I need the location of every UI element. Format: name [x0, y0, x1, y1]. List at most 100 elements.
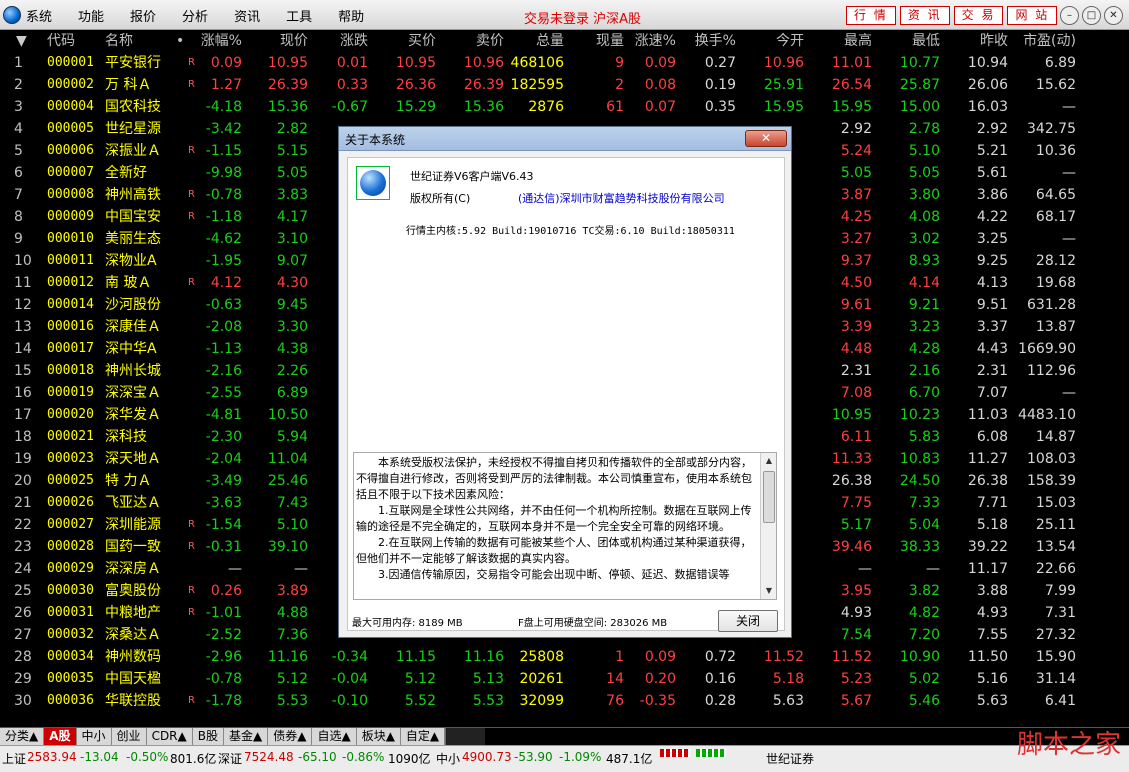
cell-name: 万 科Ａ — [105, 77, 152, 93]
close-button[interactable]: 关闭 — [718, 610, 778, 632]
menu-item-3[interactable]: 分析 — [182, 6, 208, 25]
table-row[interactable]: 28 000034 神州数码 -2.96 11.16 -0.34 11.15 11.16 258… — [0, 646, 1129, 668]
column-header-pe[interactable]: 市盈(动) — [1012, 30, 1076, 52]
cell-price: 7.36 — [276, 627, 308, 643]
scroll-down-icon[interactable]: ▼ — [762, 584, 776, 598]
maximize-icon[interactable]: □ — [1082, 6, 1101, 25]
scroll-thumb[interactable] — [763, 471, 775, 523]
menu-item-5[interactable]: 工具 — [286, 6, 312, 25]
dialog-title: 关于本系统 — [345, 133, 406, 147]
column-header-vol[interactable]: 总量 — [506, 30, 564, 52]
cell-high: 10.95 — [831, 407, 872, 423]
menu-item-6[interactable]: 帮助 — [338, 6, 364, 25]
zx-amount: 487.1亿 — [606, 752, 653, 766]
market-tab-3[interactable]: 创业 — [111, 728, 147, 745]
cell-code: 000025 — [47, 473, 94, 488]
table-row[interactable]: 30 000036 华联控股 R -1.78 5.53 -0.10 5.52 5.53 32099… — [0, 690, 1129, 712]
table-row[interactable]: 1 000001 平安银行 R 0.09 10.95 0.01 10.95 10.96 46810… — [0, 52, 1129, 74]
column-header-chg[interactable]: 涨跌 — [312, 30, 368, 52]
cell-idx: 21 — [14, 495, 32, 511]
column-header-high[interactable]: 最高 — [810, 30, 872, 52]
menu-item-0[interactable]: 系统 — [26, 6, 52, 25]
cell-name: 深物业A — [105, 253, 157, 269]
cell-turn: 0.19 — [704, 77, 736, 93]
license-scrollbar[interactable]: ▲ ▼ — [760, 453, 776, 599]
cell-high: 9.37 — [840, 253, 872, 269]
market-tab-6[interactable]: 基金▲ — [223, 728, 269, 745]
cell-cur: 1 — [615, 649, 624, 665]
cell-code: 000023 — [47, 451, 94, 466]
cell-pe: 25.11 — [1035, 517, 1076, 533]
market-tab-1[interactable]: A股 — [44, 728, 77, 745]
dialog-close-button[interactable]: ✕ — [745, 130, 787, 147]
cell-high: 5.05 — [840, 165, 872, 181]
column-header-ask[interactable]: 卖价 — [444, 30, 504, 52]
company-link[interactable]: (通达信)深圳市财富趋势科技股份有限公司 — [518, 190, 725, 206]
menu-item-1[interactable]: 功能 — [78, 6, 104, 25]
cell-pct: -3.42 — [205, 121, 242, 137]
table-row[interactable]: 29 000035 中国天楹 -0.78 5.12 -0.04 5.12 5.13 20261 1… — [0, 668, 1129, 690]
table-row[interactable]: 2 000002 万 科Ａ R 1.27 26.39 0.33 26.36 26.39 18259… — [0, 74, 1129, 96]
cell-name: 深康佳Ａ — [105, 319, 161, 335]
cell-pct: — — [228, 561, 242, 577]
column-header-code[interactable]: 代码 — [47, 30, 75, 52]
quick-button-0[interactable]: 行 情 — [846, 6, 896, 25]
market-tab-4[interactable]: CDR▲ — [146, 728, 193, 745]
market-tab-2[interactable]: 中小 — [76, 728, 112, 745]
menu-item-2[interactable]: 报价 — [130, 6, 156, 25]
sh-index-change: -13.04 — [80, 750, 119, 764]
cell-pe: 6.41 — [1044, 693, 1076, 709]
dialog-title-bar[interactable]: 关于本系统 ✕ — [339, 127, 791, 151]
table-row[interactable]: 3 000004 国农科技 -4.18 15.36 -0.67 15.29 15.36 2876… — [0, 96, 1129, 118]
cell-prev: 11.50 — [967, 649, 1008, 665]
market-tab-0[interactable]: 分类▲ — [0, 728, 45, 745]
cell-pe: 22.66 — [1035, 561, 1076, 577]
minimize-icon[interactable]: – — [1060, 6, 1079, 25]
license-textbox[interactable]: 本系统受版权法保护，未经授权不得擅自拷贝和传播软件的全部或部分内容，不得擅自进行… — [353, 452, 777, 600]
market-tab-5[interactable]: B股 — [192, 728, 224, 745]
cell-pct: -3.49 — [205, 473, 242, 489]
cell-name: 中国天楹 — [105, 671, 161, 687]
close-window-icon[interactable]: ✕ — [1104, 6, 1123, 25]
cell-idx: 23 — [14, 539, 32, 555]
cell-name: 世纪星源 — [105, 121, 161, 137]
tab-scroll-area[interactable] — [445, 728, 486, 745]
column-header-low[interactable]: 最低 — [878, 30, 940, 52]
quick-button-3[interactable]: 网 站 — [1007, 6, 1058, 25]
cell-prev: 3.37 — [976, 319, 1008, 335]
cell-name: 深天地Ａ — [105, 451, 161, 467]
cell-code: 000008 — [47, 187, 94, 202]
column-header-pct[interactable]: 涨幅% — [196, 30, 242, 52]
market-tab-7[interactable]: 债券▲ — [268, 728, 313, 745]
cell-name: 沙河股份 — [105, 297, 161, 313]
market-tab-8[interactable]: 自选▲ — [312, 728, 357, 745]
cell-pct: -4.81 — [205, 407, 242, 423]
menu-item-4[interactable]: 资讯 — [234, 6, 260, 25]
scroll-up-icon[interactable]: ▲ — [762, 454, 776, 468]
column-header-turn[interactable]: 换手% — [684, 30, 736, 52]
cell-price: — — [294, 561, 308, 577]
column-header-price[interactable]: 现价 — [250, 30, 308, 52]
column-header-prev[interactable]: 昨收 — [946, 30, 1008, 52]
market-tab-10[interactable]: 自定▲ — [400, 728, 446, 745]
quick-button-1[interactable]: 资 讯 — [899, 6, 950, 25]
cell-low: 25.87 — [899, 77, 940, 93]
cell-price: 5.12 — [276, 671, 308, 687]
cell-pct: -2.30 — [205, 429, 242, 445]
app-logo-icon[interactable] — [3, 6, 21, 24]
market-tab-bar: 分类▲ A股 中小 创业 CDR▲ B股 基金▲ 债券▲ 自选▲ 板块▲ 自定▲ — [0, 727, 1129, 745]
column-header-name[interactable]: 名称 — [105, 30, 133, 52]
column-header-bid[interactable]: 买价 — [378, 30, 436, 52]
cell-price: 6.89 — [276, 385, 308, 401]
cell-code: 000009 — [47, 209, 94, 224]
market-tab-9[interactable]: 板块▲ — [356, 728, 401, 745]
column-header-cur[interactable]: 现量 — [570, 30, 624, 52]
cell-low: 7.20 — [908, 627, 940, 643]
sort-arrow-icon[interactable]: ▼ — [16, 30, 27, 52]
cell-prev: 26.06 — [967, 77, 1008, 93]
quick-button-2[interactable]: 交 易 — [953, 6, 1004, 25]
cell-price: 25.46 — [267, 473, 308, 489]
column-header-flag[interactable]: • — [176, 30, 184, 52]
column-header-spd[interactable]: 涨速% — [626, 30, 676, 52]
column-header-open[interactable]: 今开 — [742, 30, 804, 52]
